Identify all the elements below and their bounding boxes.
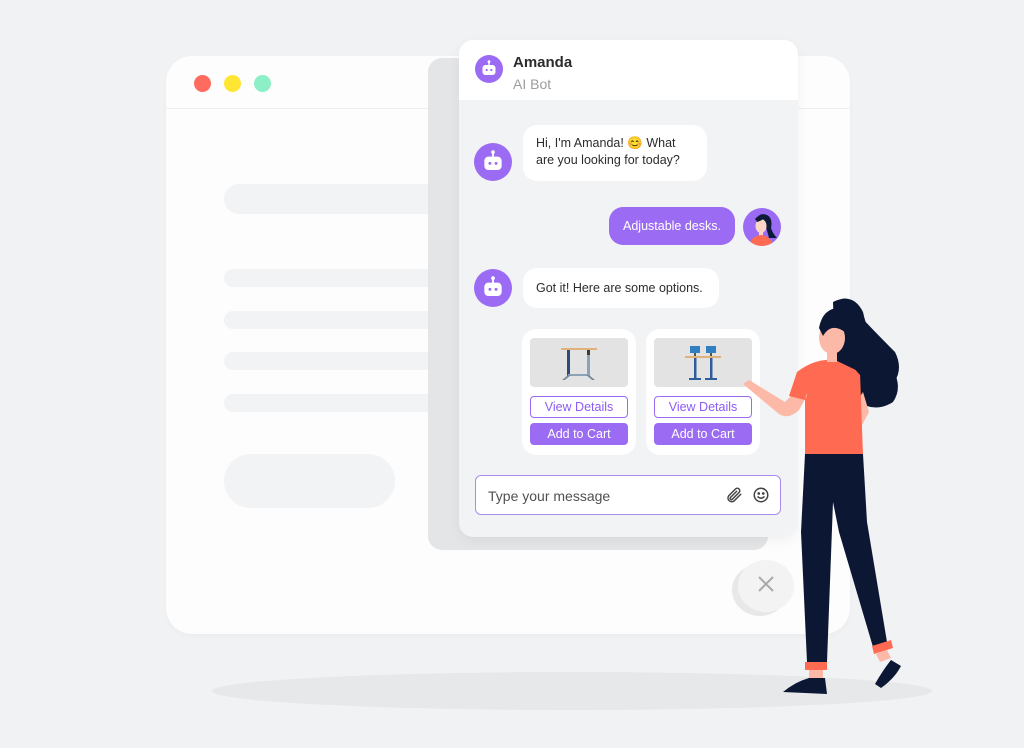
product-card: View Details Add to Cart xyxy=(522,329,636,455)
message-input[interactable] xyxy=(486,484,710,508)
window-minimize-dot[interactable] xyxy=(224,75,241,92)
user-message: Adjustable desks. xyxy=(609,207,735,245)
placeholder-button xyxy=(224,454,395,508)
add-to-cart-button[interactable]: Add to Cart xyxy=(530,423,628,445)
window-close-dot[interactable] xyxy=(194,75,211,92)
chat-header: Amanda AI Bot xyxy=(459,40,798,100)
robot-icon xyxy=(475,55,503,83)
view-details-button[interactable]: View Details xyxy=(530,396,628,418)
chat-subtitle: AI Bot xyxy=(513,76,552,92)
user-avatar xyxy=(743,208,781,246)
robot-icon xyxy=(474,269,512,307)
robot-icon xyxy=(474,143,512,181)
window-maximize-dot[interactable] xyxy=(254,75,271,92)
person-illustration xyxy=(735,292,915,707)
bot-message: Hi, I'm Amanda! 😊 What are you looking f… xyxy=(523,125,707,181)
chat-title: Amanda xyxy=(513,54,573,71)
standing-desk-image[interactable] xyxy=(530,338,628,387)
bot-message: Got it! Here are some options. xyxy=(523,268,719,308)
